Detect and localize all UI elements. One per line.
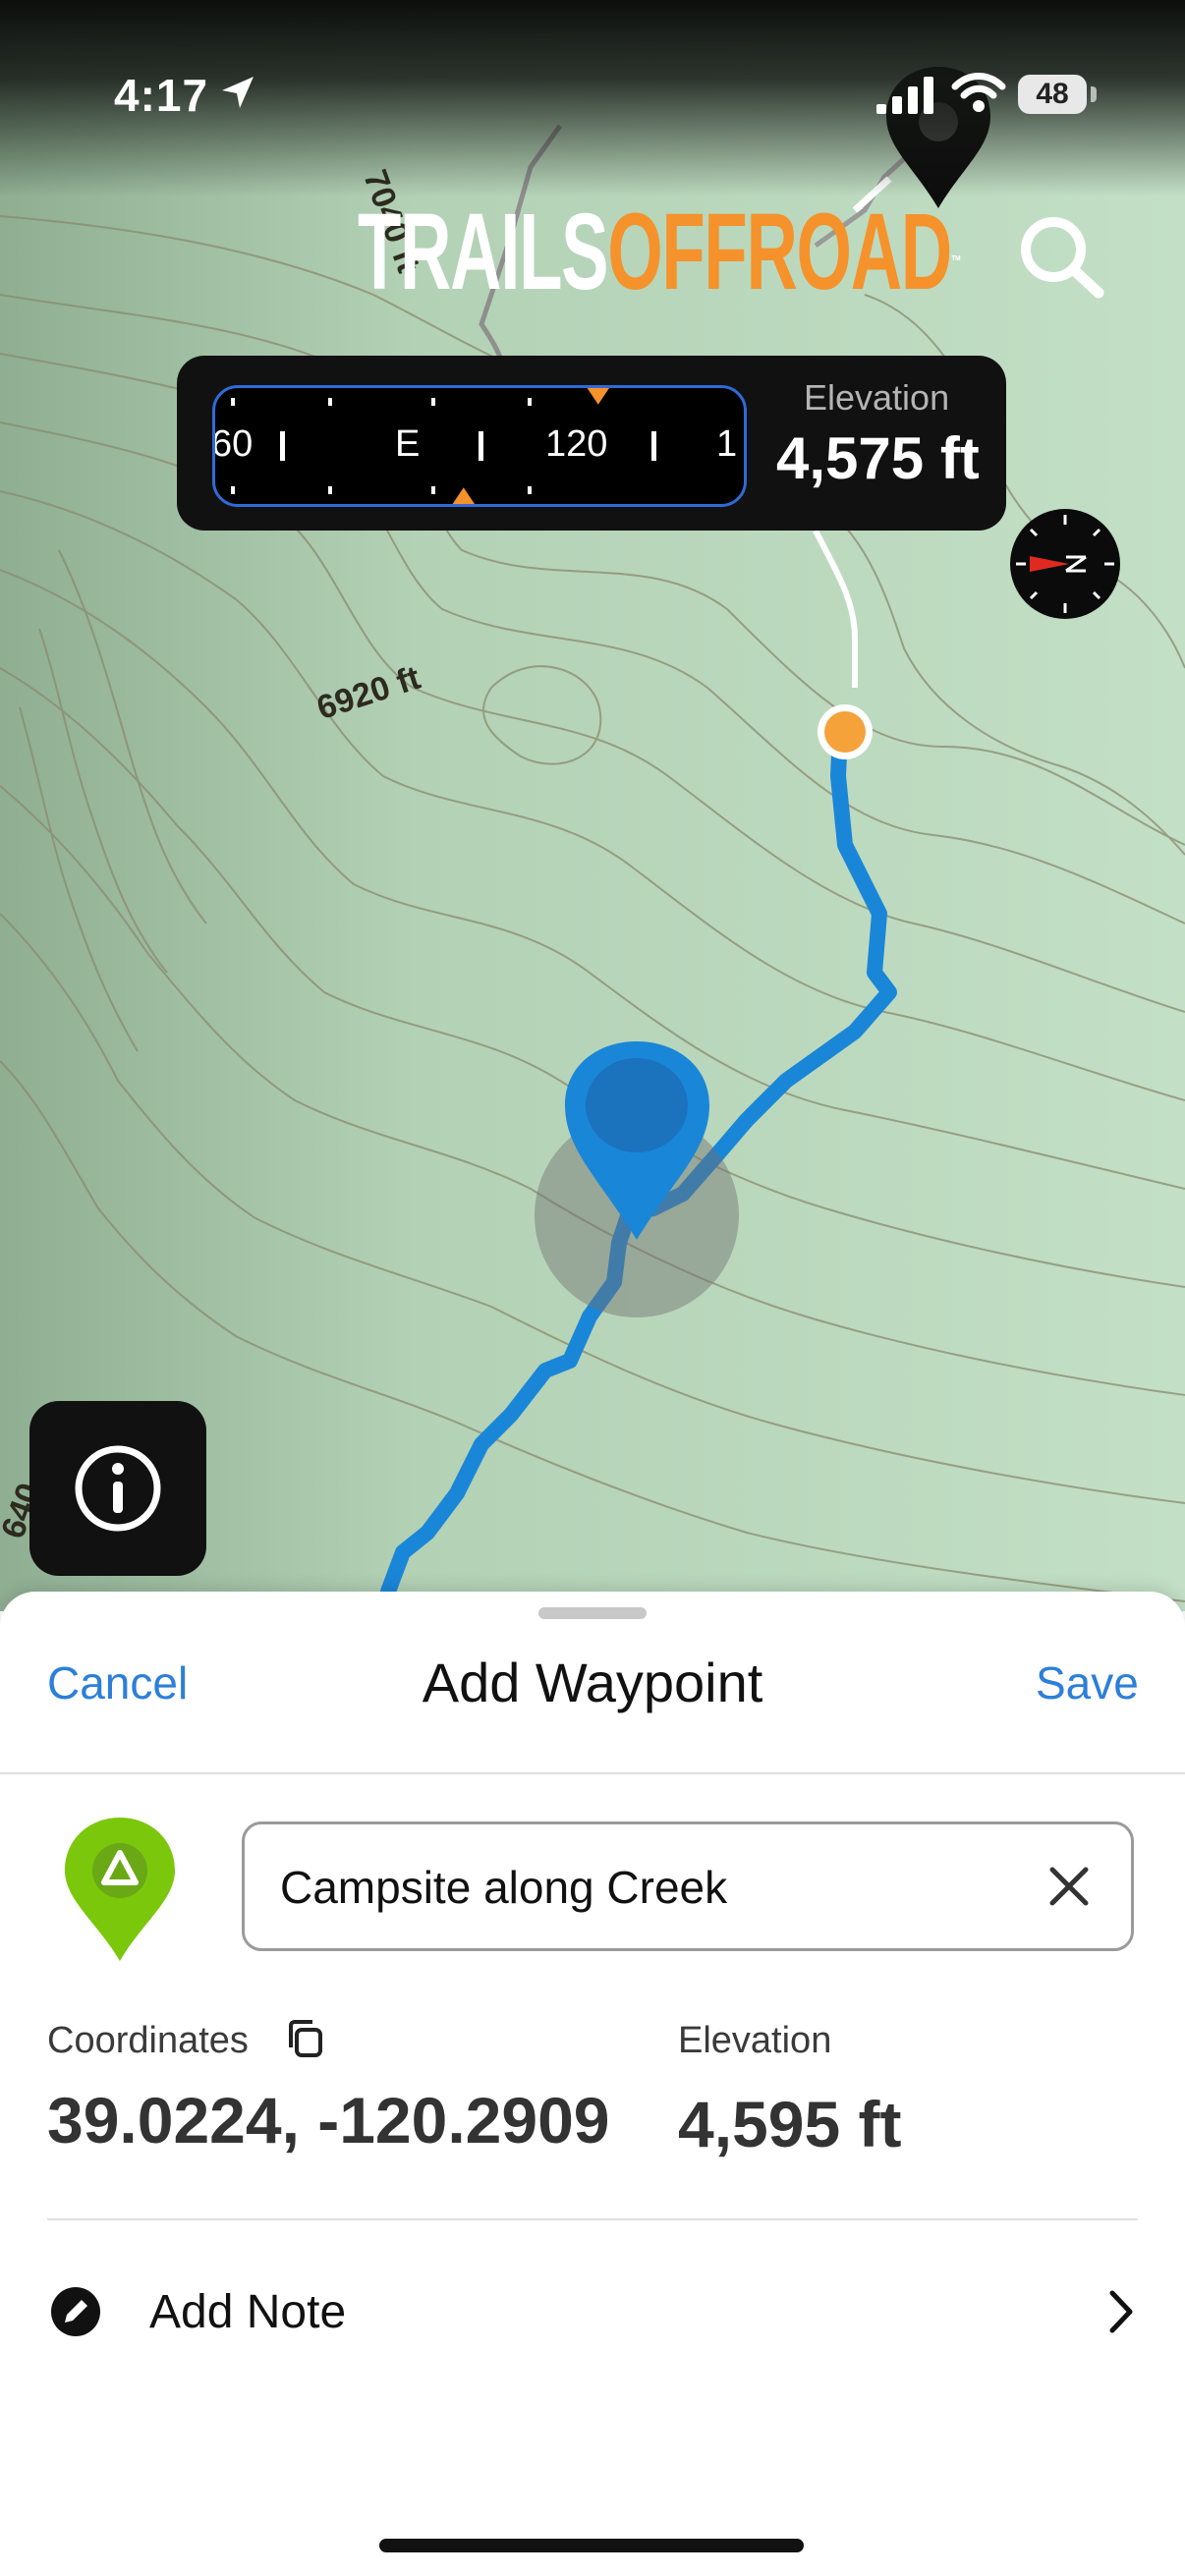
search-icon	[1021, 217, 1104, 299]
heading-strip[interactable]: 60 E 120 1	[212, 385, 747, 507]
status-time: 4:17	[114, 70, 209, 121]
route-start-marker	[818, 704, 873, 759]
info-icon	[75, 1445, 161, 1532]
heading-elevation-hud: 60 E 120 1 Elevation 4,575 ft	[177, 356, 1006, 531]
compass-icon	[1010, 509, 1120, 619]
add-note-label: Add Note	[149, 2286, 347, 2338]
heading-ticks	[231, 388, 656, 504]
coordinates-value: 39.0224, -120.2909	[47, 2084, 610, 2156]
copy-icon[interactable]	[285, 2018, 324, 2059]
sheet-title: Add Waypoint	[422, 1652, 763, 1713]
hud-elevation-value: 4,575 ft	[776, 425, 980, 491]
elevation-value: 4,595 ft	[678, 2088, 902, 2160]
wifi-icon	[951, 73, 1006, 112]
battery-nub	[1091, 86, 1097, 102]
add-waypoint-sheet: Cancel Add Waypoint Save Coordinates 39.…	[0, 1592, 1185, 2576]
heading-label: E	[395, 423, 421, 465]
add-note-row[interactable]: Add Note	[0, 2240, 1185, 2378]
location-arrow-icon	[222, 77, 254, 108]
coordinates-label: Coordinates	[47, 2020, 249, 2061]
logo-trademark: ™	[950, 253, 962, 270]
divider	[47, 2218, 1138, 2220]
map-info-button[interactable]	[29, 1401, 206, 1576]
chevron-right-icon	[1109, 2290, 1133, 2333]
heading-label: 1	[716, 423, 738, 465]
trailsoffroad-logo: TRAILSOFFROAD ™	[358, 189, 961, 316]
search-button[interactable]	[1012, 208, 1110, 307]
logo-trails: TRAILS	[358, 192, 609, 312]
heading-label: 60	[212, 423, 254, 465]
hud-elevation-label: Elevation	[804, 377, 950, 418]
home-indicator[interactable]	[379, 2539, 804, 2552]
compass-button[interactable]	[1008, 507, 1122, 621]
elevation-label: Elevation	[678, 2020, 832, 2061]
heading-label: 120	[545, 423, 608, 465]
save-button[interactable]: Save	[1036, 1656, 1139, 1709]
pencil-icon	[51, 2287, 100, 2336]
clear-icon[interactable]	[1043, 1860, 1096, 1913]
divider	[0, 1772, 1185, 1774]
sheet-grabber[interactable]	[538, 1607, 647, 1619]
campsite-pin-icon[interactable]	[63, 1816, 177, 1963]
battery-icon: 48	[1018, 75, 1087, 114]
signal-icon	[876, 77, 933, 114]
waypoint-name-input[interactable]	[278, 1824, 1029, 1950]
waypoint-name-field[interactable]	[242, 1821, 1134, 1951]
logo-offroad: OFFROAD	[607, 192, 952, 312]
